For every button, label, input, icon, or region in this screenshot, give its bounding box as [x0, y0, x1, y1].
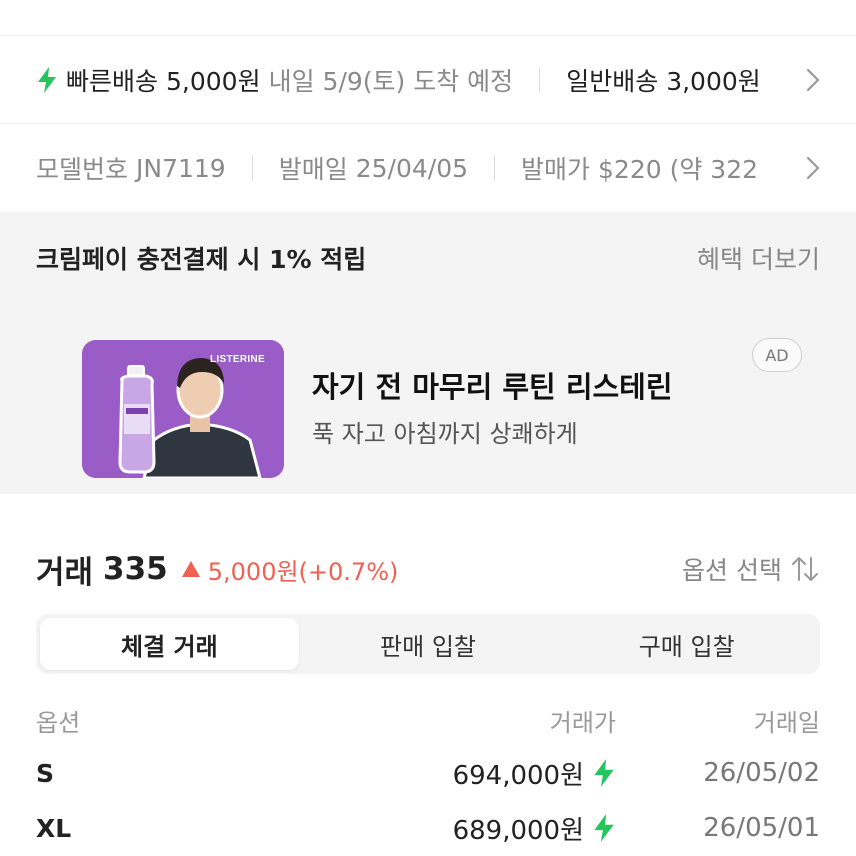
fast-shipping-label: 빠른배송: [66, 66, 159, 96]
table-row: XL 689,000원 26/05/01: [36, 803, 820, 853]
option-select-button[interactable]: 옵션 선택: [682, 551, 820, 587]
divider: [251, 155, 253, 181]
ad-banner[interactable]: LISTERINE 자기 전 마무리 루틴 리스테린 푹 자고 아침까지 상쾌하…: [0, 304, 856, 494]
model-number-value: JN7119: [136, 153, 226, 183]
ad-title: 자기 전 마무리 루틴 리스테린: [312, 370, 673, 404]
benefit-text: 크림페이 충전결제 시 1% 적립: [36, 245, 367, 274]
lightning-icon: [592, 759, 616, 787]
triangle-up-icon: [181, 561, 200, 577]
fast-shipping-eta: 내일 5/9(토) 도착 예정: [268, 66, 514, 96]
fast-shipping-price: 5,000원: [166, 66, 261, 96]
column-date: 거래일: [753, 708, 820, 737]
trade-tabs: 체결 거래 판매 입찰 구매 입찰: [36, 614, 820, 674]
row-option: S: [36, 758, 55, 788]
price-change-value: 5,000원(+0.7%): [207, 557, 399, 586]
trades-title: 거래: [36, 554, 94, 591]
release-date-value: 25/04/05: [355, 153, 469, 183]
normal-shipping-price: 3,000원: [666, 66, 761, 96]
normal-shipping-label: 일반배송: [566, 66, 659, 96]
row-date: 26/05/01: [703, 813, 820, 843]
row-price-cell: 694,000원: [376, 755, 616, 792]
lightning-icon: [36, 66, 58, 93]
ad-brand-text: LISTERINE: [210, 354, 265, 365]
ad-subtitle: 푹 자고 아침까지 상쾌하게: [312, 420, 578, 448]
tab-concluded-trades[interactable]: 체결 거래: [40, 618, 299, 670]
divider: [494, 155, 496, 181]
chevron-right-icon[interactable]: [786, 124, 856, 212]
benefit-more-link[interactable]: 혜택 더보기: [697, 240, 820, 276]
chevron-right-icon[interactable]: [786, 36, 856, 123]
ad-badge: AD: [752, 338, 802, 372]
column-option: 옵션: [36, 708, 81, 737]
divider: [539, 66, 541, 93]
lightning-icon: [592, 814, 616, 842]
row-date: 26/05/02: [703, 758, 820, 788]
retail-price-label: 발매가: [521, 155, 591, 184]
row-price: 694,000원: [452, 760, 584, 791]
row-price-cell: 689,000원: [376, 810, 616, 847]
benefit-banner[interactable]: 크림페이 충전결제 시 1% 적립 혜택 더보기: [0, 212, 856, 304]
option-select-label: 옵션 선택: [682, 556, 782, 585]
product-info-row[interactable]: 모델번호 JN7119 발매일 25/04/05 발매가 $220 (약 322: [0, 124, 856, 212]
column-price: 거래가: [549, 708, 616, 737]
trades-count: 335: [103, 551, 168, 587]
price-change: 5,000원(+0.7%): [181, 552, 399, 587]
table-row: S 694,000원 26/05/02: [36, 748, 820, 798]
row-option: XL: [36, 813, 72, 843]
release-date-label: 발매일: [278, 155, 348, 184]
trades-header: 거래 335 5,000원(+0.7%) 옵션 선택: [36, 544, 820, 594]
row-price: 689,000원: [452, 815, 584, 846]
tab-sell-bids[interactable]: 판매 입찰: [299, 618, 558, 670]
retail-price-value: $220 (약 322: [598, 155, 759, 184]
top-strip: [0, 0, 856, 36]
tab-buy-bids[interactable]: 구매 입찰: [557, 618, 816, 670]
model-number-label: 모델번호: [36, 155, 129, 184]
shipping-row[interactable]: 빠른배송 5,000원 내일 5/9(토) 도착 예정 일반배송 3,000원: [0, 36, 856, 124]
ad-image: LISTERINE: [82, 340, 284, 478]
table-header: 옵션 거래가 거래일: [36, 700, 820, 740]
sort-arrows-icon: [792, 557, 818, 581]
